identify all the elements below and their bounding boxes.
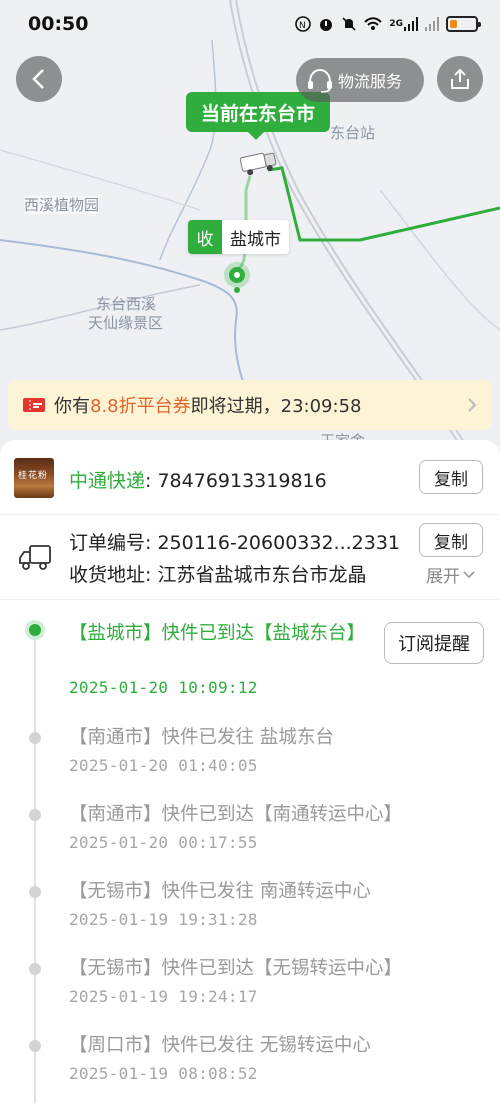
product-thumbnail[interactable]: 桂花粉 [14, 458, 54, 498]
headset-icon [308, 68, 332, 93]
nfc-icon: N [295, 16, 312, 32]
alarm-icon [320, 19, 333, 31]
subscribe-reminder-button[interactable]: 订阅提醒 [384, 622, 484, 664]
receiver-tag: 收 盐城市 [188, 220, 289, 254]
network-label: 2G [389, 19, 403, 29]
timeline-dot [29, 732, 41, 744]
chevron-right-icon [468, 398, 477, 412]
battery-icon [446, 16, 481, 32]
receiver-tag-city: 盐城市 [222, 220, 289, 254]
timeline-dot [29, 1040, 41, 1052]
logistics-service-button[interactable]: 物流服务 [296, 58, 424, 102]
signal-icon [404, 17, 418, 31]
carrier-name: 中通快递 [69, 470, 146, 492]
svg-text:N: N [299, 21, 306, 31]
timeline-dot [29, 886, 41, 898]
carrier-info: 中通快递: 78476913319816 [69, 470, 327, 492]
copy-tracking-button[interactable]: 复制 [419, 460, 483, 494]
tracking-timeline: 【盐城市】快件已到达【盐城东台】 2025-01-20 10:09:12 【南通… [0, 600, 500, 1103]
timeline-dot [29, 809, 41, 821]
tracking-number: 78476913319816 [157, 470, 327, 492]
event-status: 【南通市】快件已发往 盐城东台 [69, 727, 334, 748]
event-time: 2025-01-20 01:40:05 [69, 756, 258, 775]
event-status: 【南通市】快件已到达【南通转运中心】 [69, 804, 403, 825]
truck-icon [19, 545, 51, 570]
map-label-station: 东台站 [330, 124, 376, 142]
event-time: 2025-01-20 10:09:12 [69, 678, 258, 697]
event-status: 【盐城市】快件已到达【盐城东台】 [69, 623, 366, 644]
ticket-icon [23, 398, 45, 412]
timeline-dot [29, 963, 41, 975]
map-label-garden: 西溪植物园 [24, 196, 100, 214]
carrier-row: 桂花粉 中通快递: 78476913319816 复制 [0, 440, 500, 515]
order-number-line: 订单编号: 250116-20600332...2331 [69, 532, 401, 554]
event-status: 【周口市】快件已发往 无锡转运中心 [69, 1035, 371, 1056]
expand-label: 展开 [426, 567, 460, 587]
copy-order-button[interactable]: 复制 [419, 523, 483, 557]
mute-icon [342, 17, 356, 31]
status-time: 00:50 [28, 13, 89, 35]
logistics-service-label: 物流服务 [338, 72, 403, 91]
map-label-scenic-1: 东台西溪 [96, 295, 157, 313]
timeline-line [34, 630, 36, 1103]
address-line: 收货地址: 江苏省盐城市东台市龙晶 [69, 564, 367, 586]
chevron-left-icon [32, 69, 44, 89]
tracking-sheet: 桂花粉 中通快递: 78476913319816 复制 订单编号: 250116… [0, 440, 500, 1103]
coupon-banner[interactable]: 你有8.8折平台券即将过期，23:09:58 [8, 380, 492, 430]
receiver-tag-key: 收 [188, 220, 222, 254]
share-icon [451, 68, 469, 89]
event-time: 2025-01-19 19:31:28 [69, 910, 258, 929]
event-time: 2025-01-19 19:24:17 [69, 987, 258, 1006]
order-number: 250116-20600332...2331 [157, 532, 401, 554]
delivery-address: 江苏省盐城市东台市龙晶 [157, 564, 367, 586]
event-time: 2025-01-20 00:17:55 [69, 833, 258, 852]
wifi-icon [364, 17, 383, 30]
order-row: 订单编号: 250116-20600332...2331 收货地址: 江苏省盐城… [0, 516, 500, 600]
event-status: 【无锡市】快件已发往 南通转运中心 [69, 881, 371, 902]
back-button[interactable] [16, 56, 62, 102]
share-button[interactable] [437, 56, 483, 102]
event-status: 【无锡市】快件已到达【无锡转运中心】 [69, 958, 403, 979]
expand-button[interactable]: 展开 [426, 562, 476, 587]
timeline-dot-active [25, 620, 45, 640]
signal-icon-2 [425, 17, 439, 31]
coupon-text: 你有8.8折平台券即将过期，23:09:58 [54, 396, 362, 417]
chevron-down-icon [463, 570, 475, 578]
status-bar: 00:50 N 2G [0, 0, 500, 48]
event-time: 2025-01-19 08:08:52 [69, 1064, 258, 1083]
map-view[interactable]: 东台站 西溪植物园 东台西溪 天仙缘景区 王家舍 当前在东台市 收 盐城市 你有… [0, 0, 500, 460]
map-label-scenic-2: 天仙缘景区 [88, 314, 164, 332]
